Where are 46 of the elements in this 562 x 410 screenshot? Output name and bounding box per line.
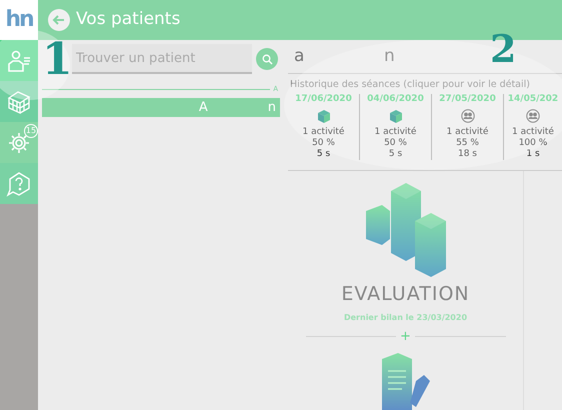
session-activities: 1 activité — [512, 127, 554, 138]
back-arrow-icon — [52, 13, 66, 27]
group-icon — [460, 109, 474, 124]
module-title[interactable]: EVALUATION — [341, 283, 470, 306]
sidebar-tab[interactable] — [0, 163, 38, 204]
sidebar-tab[interactable] — [0, 40, 38, 81]
sidebar-tab[interactable] — [0, 81, 38, 122]
settings-icon — [8, 132, 30, 154]
session-activities: 1 activité — [446, 127, 488, 138]
session-date: 14/05/202 — [508, 94, 558, 106]
person-list-icon — [7, 48, 31, 72]
history-title: Historique des séances (cliquer pour voir le détail) — [289, 78, 531, 92]
group-icon — [526, 109, 540, 124]
logo: hn — [5, 9, 33, 31]
module-subtitle: Dernier bilan le 23/03/2020 — [344, 312, 468, 324]
session-duration: 5 s — [388, 149, 402, 160]
callout-number: 2 — [490, 30, 516, 68]
session-card[interactable]: 17/06/2020 1 activité 50 % 5 s — [288, 94, 360, 160]
crate-icon — [6, 88, 32, 114]
session-card[interactable]: 04/06/2020 1 activité 50 % 5 s — [360, 94, 432, 160]
session-score: 100 % — [518, 138, 548, 150]
crate-icon — [316, 109, 330, 124]
page-title: Vos patients — [76, 8, 180, 32]
back-button[interactable] — [48, 9, 70, 31]
session-duration: 5 s — [316, 149, 330, 160]
session-duration: 1 s — [526, 149, 540, 160]
session-score: 50 % — [384, 138, 407, 150]
patient-first-name: a — [294, 44, 306, 68]
session-date: 27/05/2020 — [439, 94, 496, 106]
callout-number: 1 — [42, 38, 73, 82]
session-activities: 1 activité — [374, 127, 416, 138]
search-icon — [262, 54, 272, 64]
crate-icon — [388, 109, 402, 124]
session-duration: 18 s — [458, 149, 477, 160]
session-card[interactable]: 27/05/2020 1 activité 55 % 18 s — [432, 94, 504, 160]
session-score: 55 % — [456, 138, 479, 149]
search-field[interactable]: Trouver un patient — [72, 44, 252, 74]
session-activities: 1 activité — [302, 127, 344, 138]
session-date: 04/06/2020 — [367, 94, 424, 106]
session-date: 17/06/2020 — [295, 94, 352, 106]
help-icon — [6, 170, 32, 196]
notification-count: 15 — [24, 124, 38, 138]
search-button[interactable] — [256, 48, 278, 70]
session-score: 50 % — [312, 138, 335, 150]
patient-last-name: n — [384, 44, 395, 68]
session-card[interactable]: 14/05/202 1 activité 100 % 1 s — [504, 94, 562, 160]
